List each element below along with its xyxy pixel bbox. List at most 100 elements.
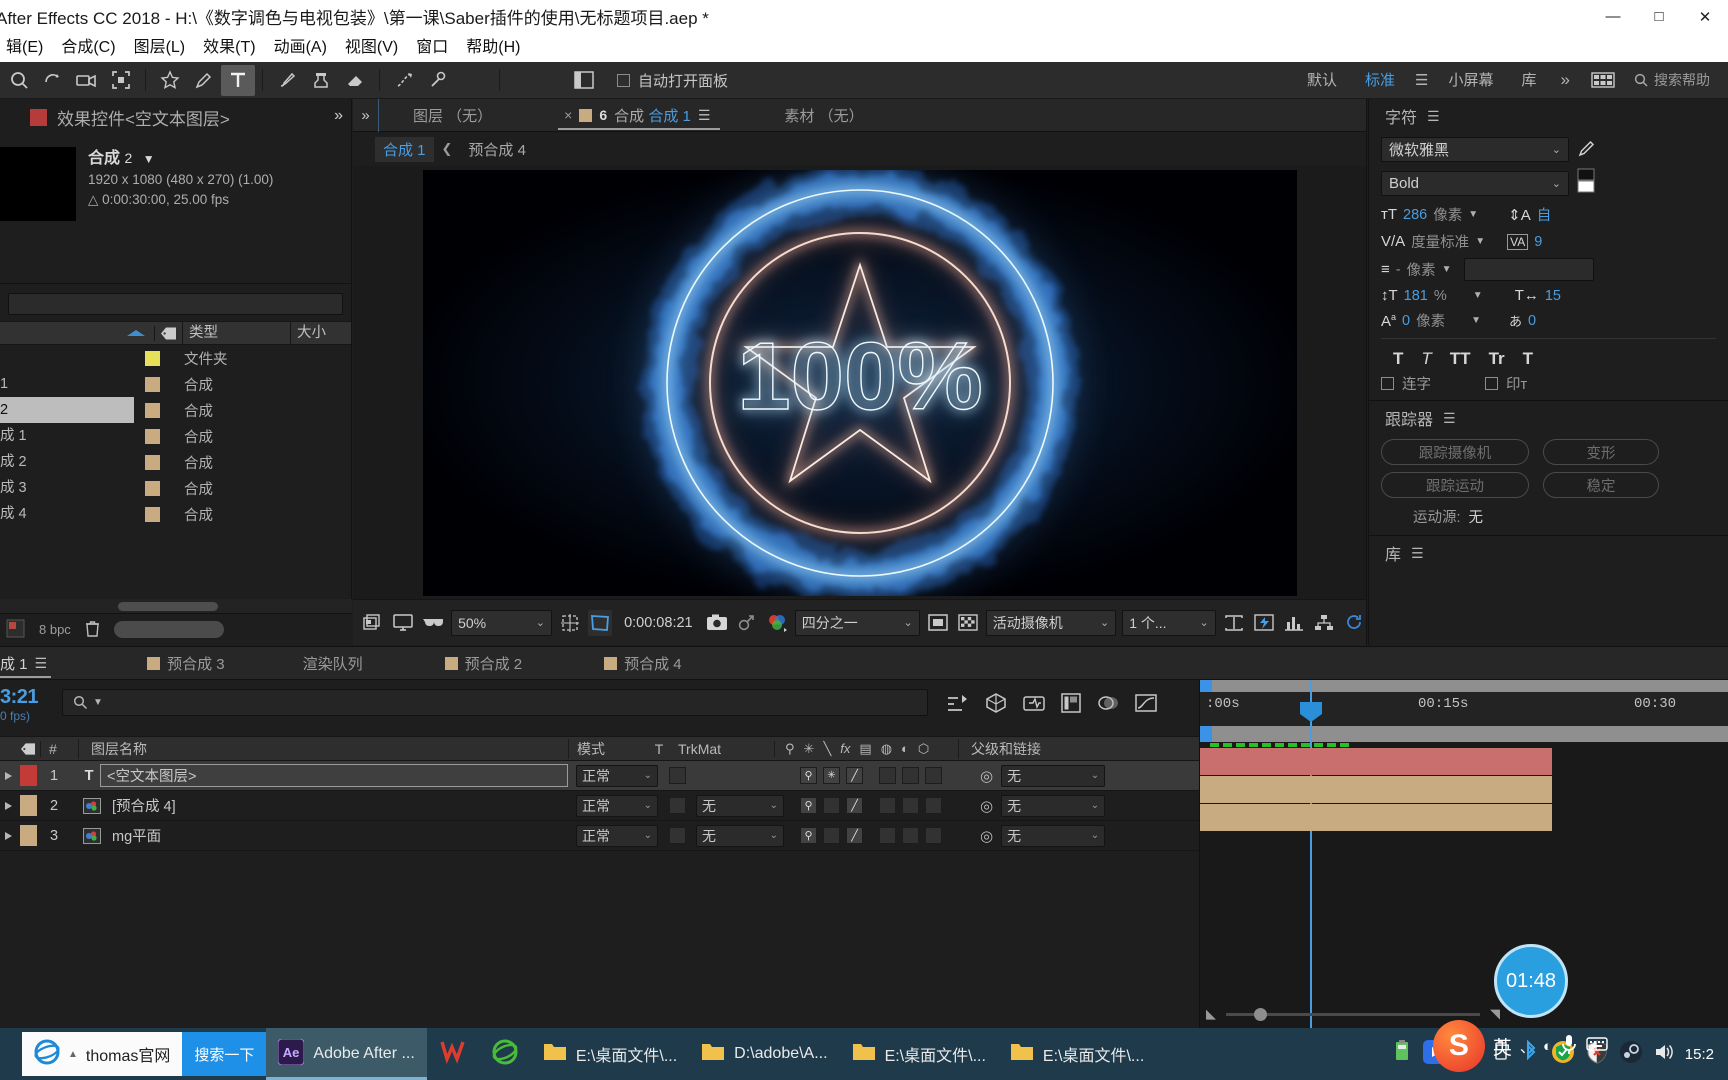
fill-stroke-swatches[interactable] bbox=[1577, 168, 1603, 198]
tracker-panel-title[interactable]: 跟踪器 bbox=[1385, 406, 1433, 430]
pickwhip-icon[interactable]: ◎ bbox=[980, 767, 993, 785]
zoom-level-select[interactable]: 50% ⌄ bbox=[451, 609, 552, 636]
snapshot-camera-icon[interactable] bbox=[705, 610, 729, 636]
composition-frame[interactable]: 100% 100% 100% bbox=[422, 169, 1297, 596]
project-col-name[interactable] bbox=[0, 321, 118, 345]
composition-stage[interactable]: 100% 100% 100% bbox=[353, 166, 1366, 599]
resolution-select[interactable]: 四分之一 ⌄ bbox=[794, 609, 920, 636]
fill-color-eyedropper-icon[interactable] bbox=[1577, 136, 1599, 162]
effect-controls-tab-label[interactable]: 效果控件<空文本图层> bbox=[57, 105, 230, 130]
menu-item-help[interactable]: 帮助(H) bbox=[457, 33, 529, 62]
layer-parent[interactable]: ◎ 无 ⌄ bbox=[976, 824, 1126, 847]
quality-toggle[interactable]: ╱ bbox=[846, 827, 863, 844]
region-of-interest-button[interactable] bbox=[588, 609, 613, 636]
list-item[interactable]: 1 合成 bbox=[0, 371, 351, 397]
3d-renderer-icon[interactable] bbox=[984, 692, 1008, 718]
label-color-icon[interactable] bbox=[154, 325, 182, 341]
work-area-start-handle[interactable] bbox=[1200, 680, 1212, 692]
expand-arrow-icon[interactable] bbox=[0, 771, 16, 781]
font-style-select[interactable]: Bold ⌄ bbox=[1381, 170, 1569, 196]
col-parent-link[interactable]: 父级和链接 bbox=[958, 738, 1108, 759]
pixel-aspect-correction-icon[interactable] bbox=[1222, 610, 1246, 636]
viewer-timecode[interactable]: 0:00:08:21 bbox=[618, 615, 699, 631]
effects-icon[interactable]: fx bbox=[840, 741, 850, 756]
live-update-icon[interactable] bbox=[1022, 692, 1046, 718]
tab-precomp-2[interactable]: 预合成 2 bbox=[435, 647, 533, 679]
preserve-transparency-toggle[interactable] bbox=[658, 797, 696, 814]
panel-menu-icon[interactable]: ☰ bbox=[1427, 108, 1440, 125]
project-search-input[interactable] bbox=[8, 293, 343, 315]
layer-name[interactable]: mg平面 bbox=[106, 825, 568, 846]
work-area-bar[interactable] bbox=[1200, 680, 1728, 692]
timeline-graph-icon[interactable] bbox=[1282, 610, 1306, 636]
pickwhip-icon[interactable]: ◎ bbox=[980, 827, 993, 845]
library-panel-title[interactable]: 库 bbox=[1385, 541, 1401, 565]
selection-tool-icon[interactable] bbox=[2, 65, 36, 96]
small-caps-button[interactable]: Tr bbox=[1489, 349, 1505, 369]
timeline-search-input[interactable]: ▼ bbox=[62, 689, 928, 716]
timeline-ruler[interactable]: :00s 00:15s 00:30 bbox=[1200, 680, 1728, 726]
clone-stamp-tool-icon[interactable] bbox=[304, 65, 338, 96]
list-item[interactable]: 成 2 合成 bbox=[0, 449, 351, 475]
col-mode[interactable]: 模式 bbox=[568, 738, 640, 759]
stabilize-motion-button[interactable]: 稳定 bbox=[1543, 472, 1659, 498]
timeline-graph-area[interactable]: :00s 00:15s 00:30 ◣ ◥ bbox=[1199, 680, 1728, 1029]
preserve-transparency-toggle[interactable] bbox=[658, 827, 696, 844]
all-caps-button[interactable]: TT bbox=[1450, 349, 1471, 369]
list-item[interactable]: 文件夹 bbox=[0, 345, 351, 371]
breadcrumb-comp-1[interactable]: 合成 1 bbox=[375, 136, 434, 162]
tab-render-queue[interactable]: 渲染队列 bbox=[293, 647, 373, 679]
track-camera-button[interactable]: 跟踪摄像机 bbox=[1381, 439, 1529, 465]
rasterize-toggle[interactable] bbox=[823, 797, 840, 814]
motion-blur-toggle[interactable] bbox=[902, 797, 919, 814]
menu-item-animation[interactable]: 动画(A) bbox=[265, 33, 336, 62]
panel-menu-icon[interactable]: ☰ bbox=[35, 655, 48, 672]
menu-item-edit[interactable]: 辑(E) bbox=[0, 33, 52, 62]
print-checkbox[interactable]: 印т bbox=[1485, 373, 1527, 394]
stroke-type-select[interactable] bbox=[1463, 258, 1594, 281]
grid-guides-icon[interactable] bbox=[558, 610, 582, 636]
shy-icon[interactable]: ⚲ bbox=[785, 741, 795, 757]
chevron-down-icon[interactable]: ▼ bbox=[143, 152, 155, 166]
kerning-field[interactable]: V/A 度量标准 ▼ bbox=[1381, 231, 1485, 252]
close-button[interactable]: ✕ bbox=[1682, 0, 1728, 33]
puppet-pin-tool-icon[interactable] bbox=[421, 65, 455, 96]
fast-preview-icon[interactable] bbox=[1252, 610, 1276, 636]
layer-name-input[interactable]: <空文本图层> bbox=[100, 764, 568, 787]
label-color-icon[interactable] bbox=[16, 742, 40, 756]
font-family-select[interactable]: 微软雅黑 ⌄ bbox=[1381, 136, 1569, 162]
roto-brush-tool-icon[interactable] bbox=[387, 65, 421, 96]
project-horizontal-scrollbar[interactable] bbox=[0, 599, 352, 613]
project-col-size[interactable]: 大小 bbox=[290, 321, 350, 345]
pickwhip-icon[interactable]: ◎ bbox=[980, 797, 993, 815]
expand-arrow-icon[interactable] bbox=[0, 801, 16, 811]
panel-expand-button[interactable]: » bbox=[353, 98, 379, 132]
layer-trkmat-select[interactable]: 无 ⌄ bbox=[696, 824, 792, 847]
ime-keyboard-icon[interactable] bbox=[1586, 1036, 1608, 1056]
adjustment-layer-icon[interactable]: ◐ bbox=[901, 741, 909, 756]
project-col-type[interactable]: 类型 bbox=[182, 321, 290, 345]
list-item[interactable]: 成 3 合成 bbox=[0, 475, 351, 501]
vertical-scale-field[interactable]: ↕T 181 % ▼ bbox=[1381, 287, 1483, 304]
character-panel-title[interactable]: 字符 bbox=[1385, 104, 1417, 128]
tab-precomp-4[interactable]: 预合成 4 bbox=[594, 647, 692, 679]
ime-punctuation-icon[interactable]: 、 bbox=[1520, 1036, 1535, 1057]
col-preserve-transparency[interactable]: T bbox=[640, 741, 678, 757]
shy-toggle[interactable]: ⚲ bbox=[800, 827, 817, 844]
work-area-bar-2[interactable] bbox=[1200, 726, 1728, 742]
close-icon[interactable]: × bbox=[564, 107, 572, 123]
zoom-slider-thumb[interactable] bbox=[1254, 1007, 1267, 1021]
layer-parent[interactable]: ◎ 无 ⌄ bbox=[976, 794, 1126, 817]
motion-blur-toggle[interactable] bbox=[902, 767, 919, 784]
brush-tool-icon[interactable] bbox=[270, 65, 304, 96]
draft-3d-icon[interactable] bbox=[1060, 692, 1082, 718]
motion-source-value[interactable]: 无 bbox=[1469, 506, 1484, 527]
ligature-checkbox[interactable]: 连字 bbox=[1381, 373, 1431, 394]
3d-layer-icon[interactable]: ⬡ bbox=[918, 741, 929, 757]
hand-tool-icon[interactable] bbox=[36, 65, 70, 96]
bit-depth-label[interactable]: 8 bpc bbox=[39, 622, 71, 637]
tsume-field[interactable]: あ 0 bbox=[1509, 311, 1536, 330]
panel-menu-icon[interactable]: ☰ bbox=[1411, 545, 1424, 562]
faux-italic-button[interactable]: T bbox=[1421, 349, 1431, 369]
panel-menu-icon[interactable]: ☰ bbox=[1443, 410, 1456, 427]
